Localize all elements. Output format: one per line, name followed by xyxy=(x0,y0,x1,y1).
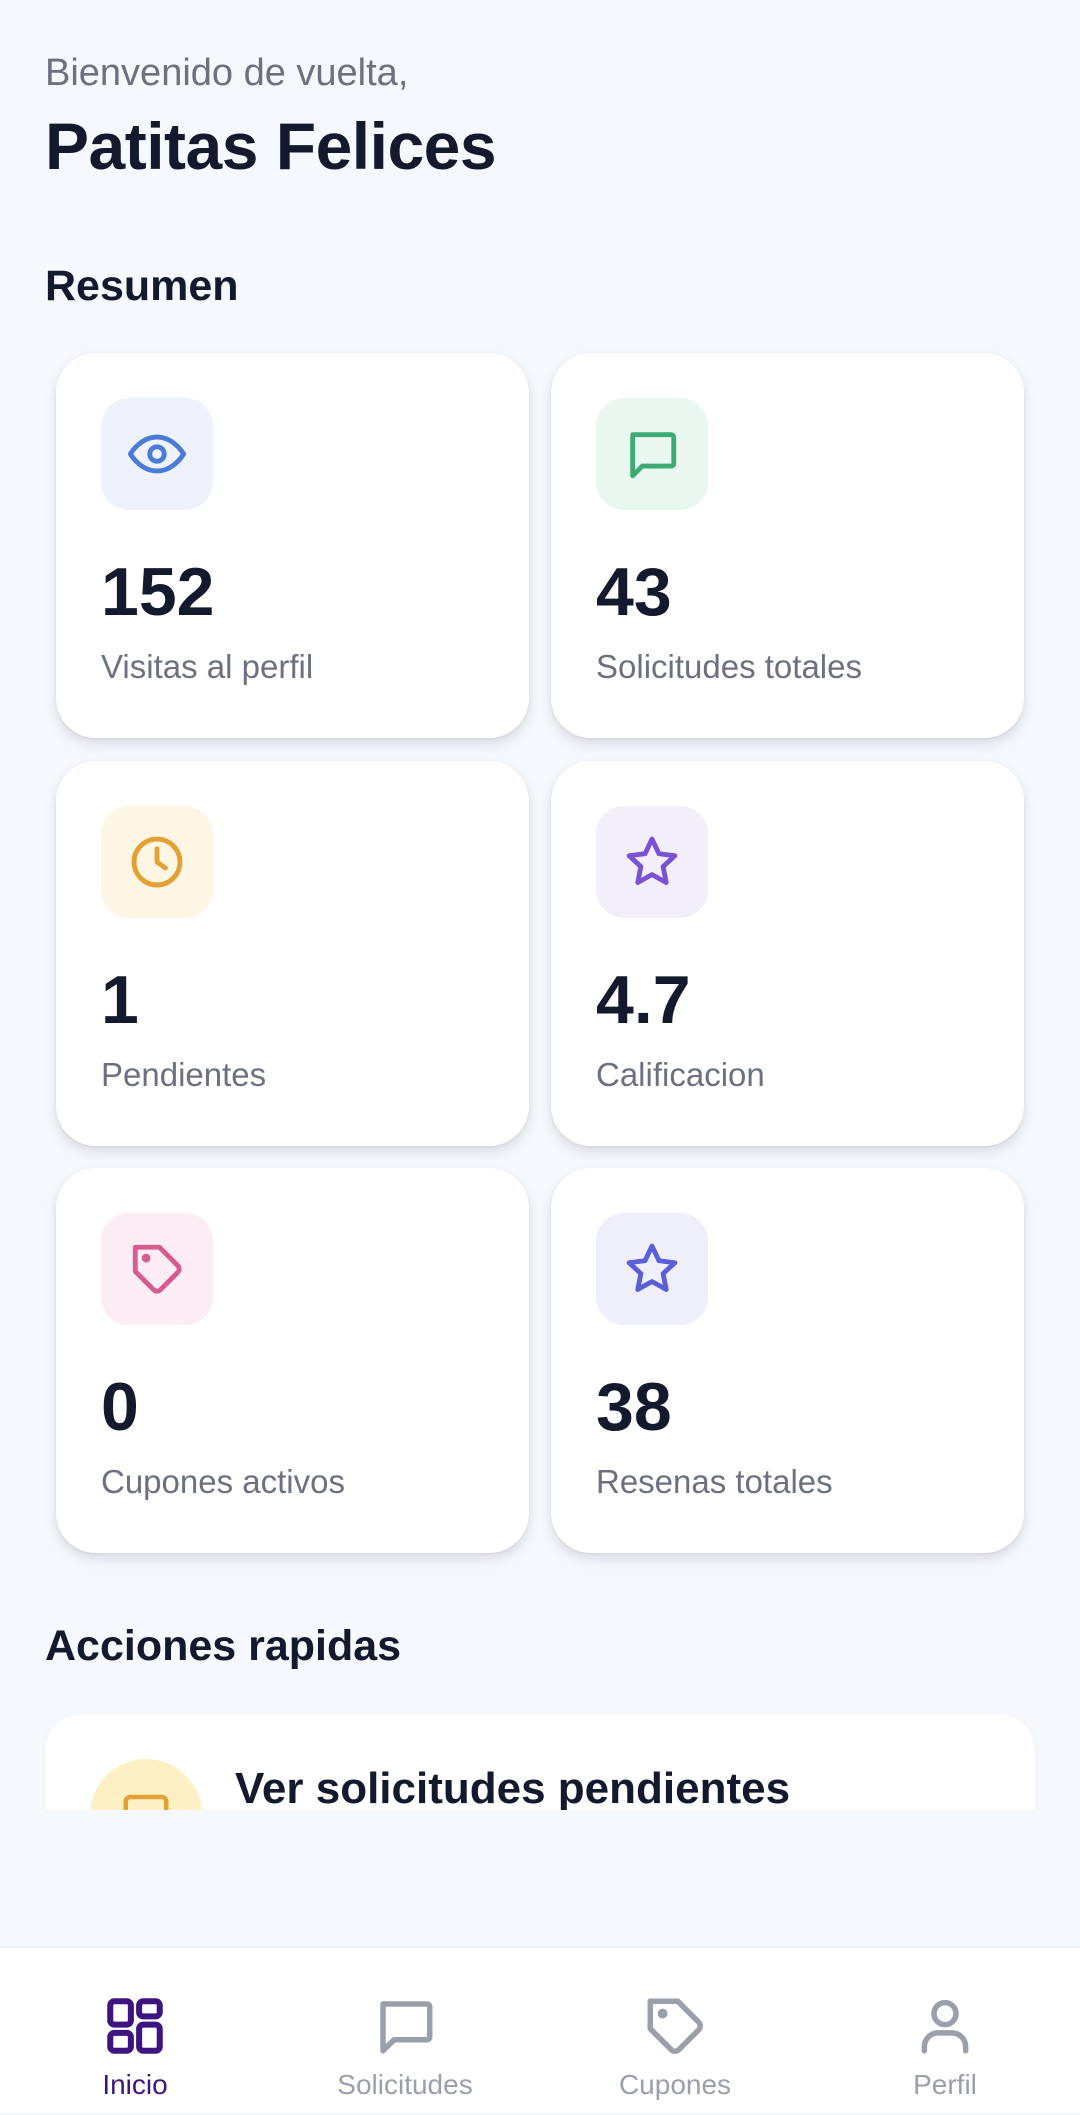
nav-item-cupones[interactable]: Cupones xyxy=(540,1948,810,2115)
message-icon xyxy=(630,432,677,479)
greeting-text: Bienvenido de vuelta, xyxy=(45,52,409,94)
stat-card-total-reviews[interactable]: 38 Resenas totales xyxy=(551,1168,1024,1553)
stat-value: 0 xyxy=(101,1369,139,1445)
tag-icon xyxy=(132,1244,182,1294)
action-label: Ver solicitudes pendientes xyxy=(235,1764,791,1810)
star-icon xyxy=(626,1243,678,1292)
stat-value: 43 xyxy=(596,554,672,630)
star-icon xyxy=(626,836,678,885)
nav-label: Solicitudes xyxy=(337,2069,473,2100)
action-view-pending-requests[interactable]: Ver solicitudes pendientes xyxy=(45,1714,1035,1810)
stat-label: Resenas totales xyxy=(596,1463,833,1500)
stat-value: 152 xyxy=(101,554,215,630)
business-name: Patitas Felices xyxy=(45,109,497,183)
nav-item-solicitudes[interactable]: Solicitudes xyxy=(270,1948,540,2115)
summary-section-title: Resumen xyxy=(45,262,239,310)
nav-label: Inicio xyxy=(102,2069,168,2100)
stat-value: 4.7 xyxy=(596,962,691,1038)
bottom-navigation: Inicio Solicitudes Cupones Perfil xyxy=(0,1946,1080,2113)
icon-tile xyxy=(101,806,213,918)
stat-value: 38 xyxy=(596,1369,672,1445)
stat-label: Cupones activos xyxy=(101,1463,345,1500)
stat-value: 1 xyxy=(101,962,139,1038)
tag-icon xyxy=(647,1998,703,2054)
nav-item-inicio[interactable]: Inicio xyxy=(0,1948,270,2115)
eye-icon xyxy=(128,434,186,474)
nav-label: Cupones xyxy=(618,2069,732,2100)
user-icon xyxy=(921,1999,969,2054)
nav-label: Perfil xyxy=(913,2069,977,2100)
icon-tile xyxy=(596,806,708,918)
stat-card-active-coupons[interactable]: 0 Cupones activos xyxy=(56,1168,529,1553)
stat-label: Pendientes xyxy=(101,1056,267,1093)
icon-tile xyxy=(101,1213,213,1325)
clock-icon xyxy=(131,836,183,888)
nav-item-perfil[interactable]: Perfil xyxy=(810,1948,1080,2115)
stat-card-rating[interactable]: 4.7 Calificacion xyxy=(551,761,1024,1146)
icon-tile xyxy=(596,398,708,510)
grid-icon xyxy=(107,1998,163,2054)
message-icon xyxy=(380,2001,433,2054)
stat-card-total-requests[interactable]: 43 Solicitudes totales xyxy=(551,353,1024,738)
icon-tile xyxy=(596,1213,708,1325)
quick-actions-section-title: Acciones rapidas xyxy=(45,1622,402,1670)
stat-label: Visitas al perfil xyxy=(101,648,314,685)
stat-card-profile-visits[interactable]: 152 Visitas al perfil xyxy=(56,353,529,738)
dashboard-scroll-area[interactable]: Bienvenido de vuelta, Patitas Felices Re… xyxy=(0,0,1080,1810)
stat-card-pending[interactable]: 1 Pendientes xyxy=(56,761,529,1146)
stat-label: Solicitudes totales xyxy=(596,648,862,685)
icon-tile xyxy=(90,1759,202,1810)
inbox-icon xyxy=(123,1794,169,1810)
icon-tile xyxy=(101,398,213,510)
stat-label: Calificacion xyxy=(596,1056,765,1093)
